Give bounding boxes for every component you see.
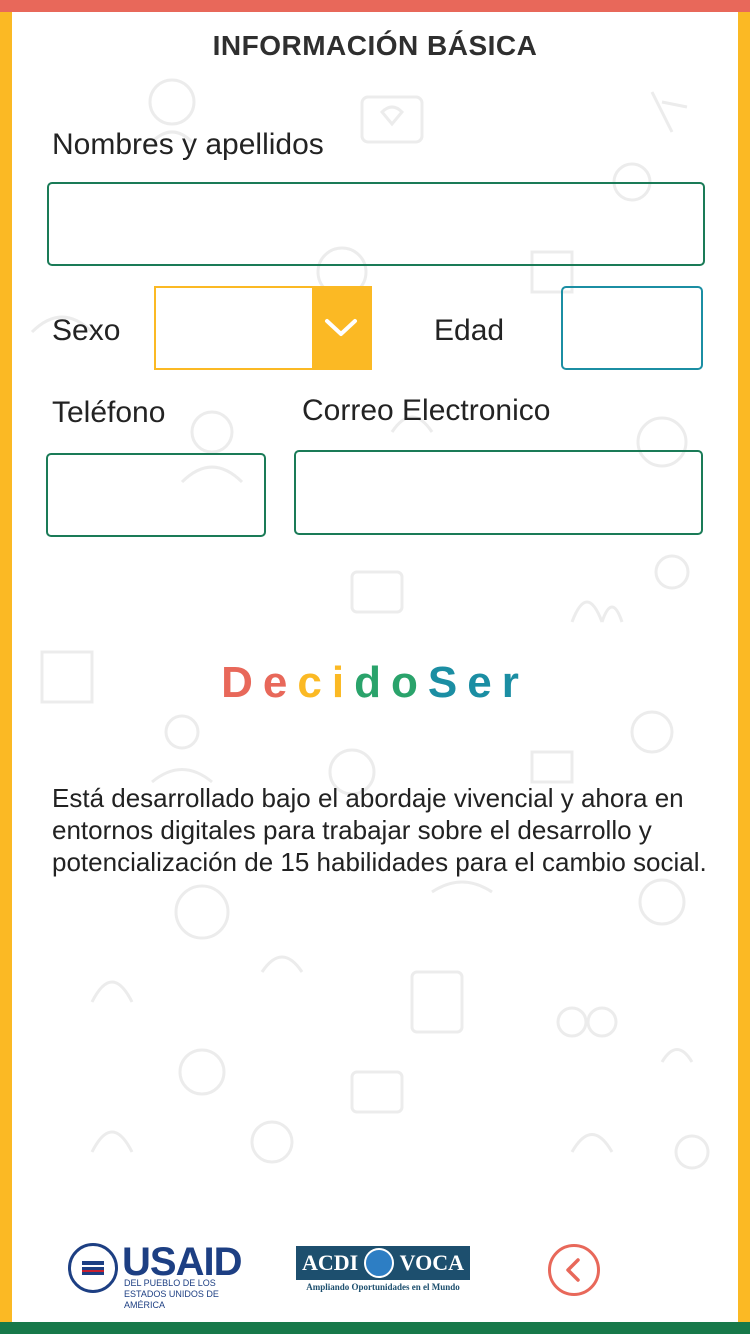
logo-letter: D <box>221 658 263 707</box>
email-label: Correo Electronico <box>302 394 551 427</box>
bottom-accent-bar <box>0 1322 750 1334</box>
chevron-left-icon <box>566 1258 580 1282</box>
usaid-logo: USAID DEL PUEBLO DE LOS ESTADOS UNIDOS D… <box>68 1240 244 1310</box>
voca-text: VOCA <box>399 1250 464 1275</box>
logo-letter: i <box>331 658 355 707</box>
usaid-seal-icon <box>68 1243 118 1293</box>
logo-letter: r <box>501 658 529 707</box>
description-text: Está desarrollado bajo el abordaje viven… <box>52 783 707 877</box>
decidoser-logo: DecidoSer <box>0 658 750 708</box>
phone-input[interactable] <box>46 453 266 537</box>
logo-letter: e <box>467 658 502 707</box>
logo-letter: d <box>354 658 391 707</box>
logo-letter: c <box>297 658 332 707</box>
age-label: Edad <box>434 314 505 347</box>
chevron-down-icon <box>325 319 357 336</box>
usaid-tagline: DEL PUEBLO DE LOS ESTADOS UNIDOS DE AMÉR… <box>124 1278 219 1310</box>
sex-select[interactable] <box>154 286 372 370</box>
back-button[interactable] <box>548 1244 600 1296</box>
name-label: Nombres y apellidos <box>52 128 324 161</box>
globe-icon <box>363 1248 394 1278</box>
logo-letter: e <box>262 658 298 707</box>
logo-letter: S <box>427 658 468 707</box>
sex-label: Sexo <box>52 314 121 347</box>
phone-label: Teléfono <box>52 396 166 429</box>
page-title: INFORMACIÓN BÁSICA <box>212 30 538 61</box>
logo-letter: o <box>391 658 428 707</box>
top-accent-bar <box>0 0 750 12</box>
acdi-text: ACDI <box>302 1250 359 1275</box>
age-input[interactable] <box>561 286 703 370</box>
sex-dropdown-button[interactable] <box>312 288 370 368</box>
email-input[interactable] <box>294 450 703 535</box>
acdi-voca-tagline: Ampliando Oportunidades en el Mundo <box>306 1282 460 1292</box>
acdi-voca-logo: ACDI VOCA Ampliando Oportunidades en el … <box>296 1246 470 1298</box>
name-input[interactable] <box>47 182 705 266</box>
